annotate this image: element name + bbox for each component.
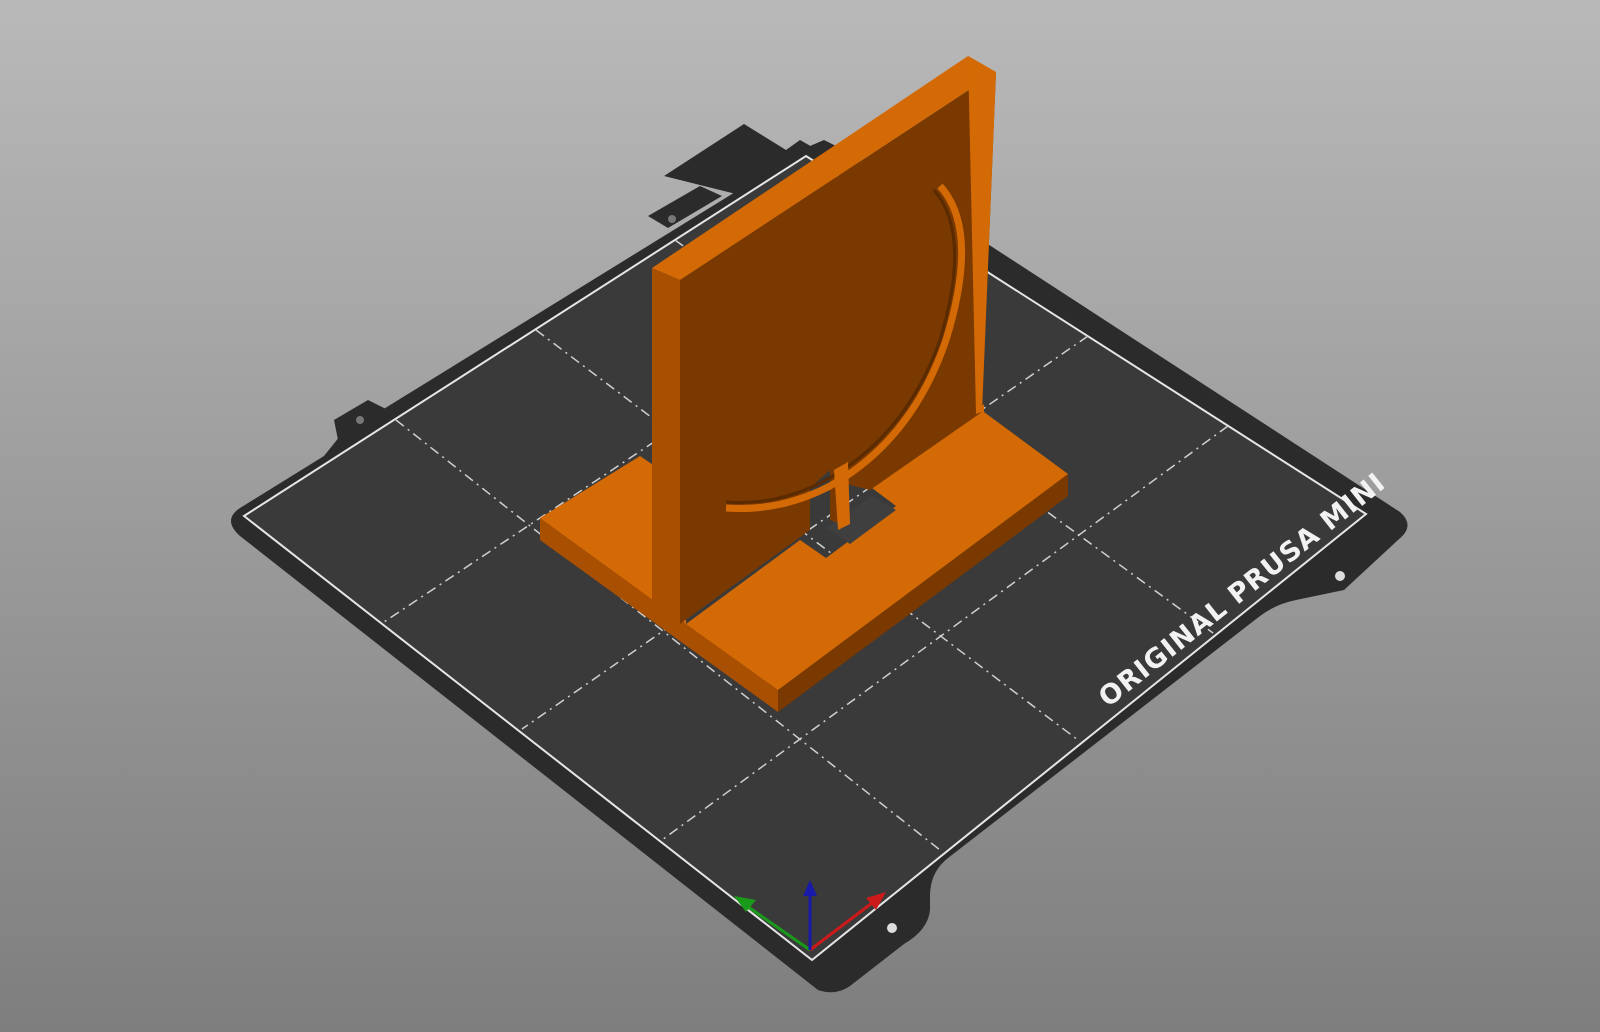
bed-hole (887, 923, 897, 933)
model-wall-left-edge (652, 268, 680, 624)
3d-viewport[interactable]: ORIGINAL PRUSA MINI (0, 0, 1600, 1032)
bed-hole (668, 215, 676, 223)
3d-scene[interactable]: ORIGINAL PRUSA MINI (0, 0, 1600, 1032)
bed-hole (356, 416, 364, 424)
bed-hole (1335, 571, 1345, 581)
